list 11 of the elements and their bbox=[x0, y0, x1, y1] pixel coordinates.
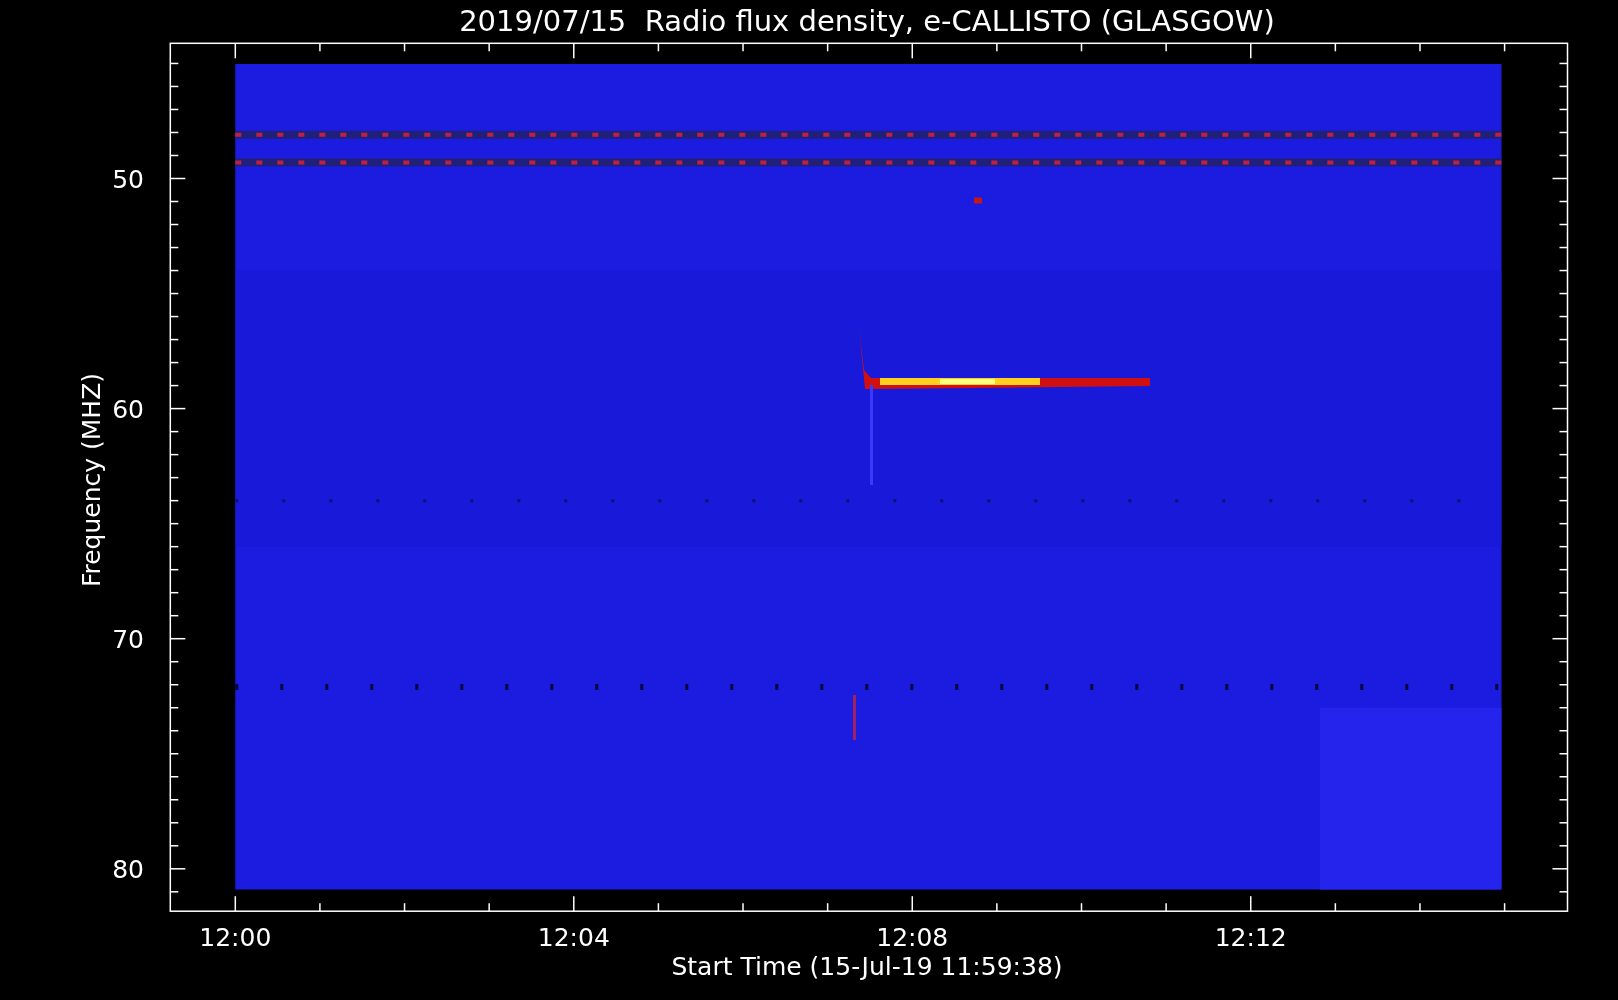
axis-tick-label: 60 bbox=[112, 394, 144, 424]
axis-tick-label: 12:08 bbox=[876, 923, 949, 952]
axis-tick-label: 80 bbox=[112, 854, 144, 884]
axis-tick-label: 70 bbox=[112, 624, 144, 654]
axis-tick-label: 12:12 bbox=[1214, 923, 1287, 952]
chart-title: 2019/07/15 Radio flux density, e-CALLISTO (GLASGOW) bbox=[459, 4, 1275, 38]
axis-tick-label: 50 bbox=[112, 164, 144, 194]
axis-title: Start Time (15-Jul-19 11:59:38) bbox=[671, 952, 1063, 981]
axis-tick-label: 12:04 bbox=[537, 923, 610, 952]
axis-tick-label: 12:00 bbox=[199, 923, 272, 952]
axis-title: Frequency (MHZ) bbox=[77, 372, 106, 588]
